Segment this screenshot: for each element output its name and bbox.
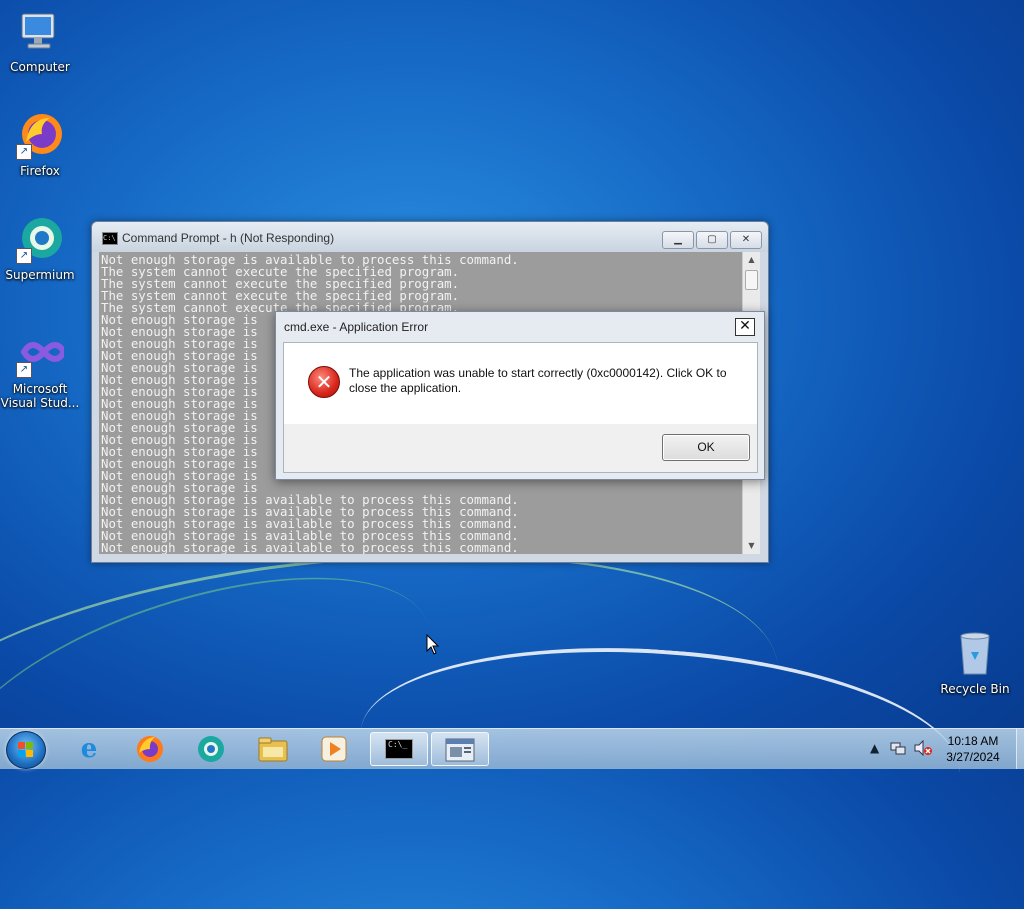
minimize-button[interactable]: ▁ xyxy=(662,231,694,249)
internet-explorer-icon: e xyxy=(80,734,98,764)
error-icon: ✕ xyxy=(308,366,340,398)
visual-studio-icon: ↗ xyxy=(16,330,68,378)
desktop-icon-label: Recycle Bin xyxy=(940,682,1010,696)
taskbar-command-prompt[interactable]: C:\_ xyxy=(370,732,428,766)
system-clock[interactable]: 10:18 AM 3/27/2024 xyxy=(934,733,1012,765)
scroll-down-icon[interactable]: ▼ xyxy=(743,538,760,554)
desktop-icon-computer[interactable]: Computer xyxy=(0,8,80,74)
taskbar-file-explorer[interactable] xyxy=(246,732,300,766)
taskbar-media-player[interactable] xyxy=(307,732,361,766)
desktop-icon-firefox[interactable]: ↗ Firefox xyxy=(0,112,80,178)
scroll-thumb[interactable] xyxy=(745,270,758,290)
firefox-icon xyxy=(137,736,163,762)
supermium-icon: ↗ xyxy=(16,216,64,264)
recycle-bin-icon xyxy=(951,630,999,678)
dialog-title: cmd.exe - Application Error xyxy=(284,320,429,334)
media-player-icon xyxy=(321,736,347,762)
desktop-icon-visual-studio[interactable]: ↗ Microsoft Visual Stud... xyxy=(0,330,80,410)
show-hidden-icons-button[interactable]: ▲ xyxy=(870,741,879,755)
close-icon[interactable]: ✕ xyxy=(735,318,755,336)
console-line: Not enough storage is available to proce… xyxy=(101,540,519,554)
desktop-icon-supermium[interactable]: ↗ Supermium xyxy=(0,216,80,282)
mouse-cursor-icon xyxy=(426,634,440,655)
shortcut-arrow-icon: ↗ xyxy=(16,144,32,160)
desktop-icon-label: Computer xyxy=(10,60,70,74)
error-message: The application was unable to start corr… xyxy=(349,366,727,395)
network-icon[interactable] xyxy=(890,740,906,759)
application-window-icon xyxy=(445,738,475,762)
taskbar-supermium[interactable] xyxy=(184,732,238,766)
window-title: Command Prompt - h (Not Responding) xyxy=(122,231,335,245)
error-dialog[interactable]: cmd.exe - Application Error ✕ ✕ The appl… xyxy=(275,311,765,480)
clock-time: 10:18 AM xyxy=(947,734,999,748)
shortcut-arrow-icon: ↗ xyxy=(16,248,32,264)
command-prompt-icon: C:\_ xyxy=(385,739,413,759)
dialog-body: ✕ The application was unable to start co… xyxy=(283,342,758,473)
dialog-content: ✕ The application was unable to start co… xyxy=(284,343,757,424)
desktop-icon-label: Supermium xyxy=(5,268,75,282)
shortcut-arrow-icon: ↗ xyxy=(16,362,32,378)
volume-muted-icon[interactable] xyxy=(914,739,932,759)
show-desktop-button[interactable] xyxy=(1016,729,1024,769)
scroll-up-icon[interactable]: ▲ xyxy=(743,252,760,268)
computer-icon xyxy=(16,8,64,56)
window-title-bar[interactable]: C:\ Command Prompt - h (Not Responding) … xyxy=(92,222,768,252)
taskbar-internet-explorer[interactable]: e xyxy=(62,732,116,766)
clock-date: 3/27/2024 xyxy=(946,750,1000,764)
start-button[interactable] xyxy=(6,731,46,769)
taskbar-firefox[interactable] xyxy=(123,732,177,766)
taskbar-application-window[interactable] xyxy=(431,732,489,766)
command-prompt-icon: C:\ xyxy=(102,232,118,245)
desktop-icon-recycle-bin[interactable]: Recycle Bin xyxy=(935,630,1015,696)
firefox-icon: ↗ xyxy=(16,112,64,160)
windows-logo-icon xyxy=(18,742,34,758)
desktop: { "desktop": { "icons": [ {"label": "Com… xyxy=(0,0,1024,909)
ok-button[interactable]: OK xyxy=(662,434,750,461)
desktop-icon-label: Microsoft Visual Stud... xyxy=(0,382,80,410)
maximize-button[interactable]: ▢ xyxy=(696,231,728,249)
close-button[interactable]: ✕ xyxy=(730,231,762,249)
taskbar: e C:\_ ▲ 10:18 AM 3/27/2024 xyxy=(0,728,1024,769)
file-explorer-icon xyxy=(258,737,288,762)
desktop-icon-label: Firefox xyxy=(20,164,60,178)
supermium-icon xyxy=(198,736,224,762)
